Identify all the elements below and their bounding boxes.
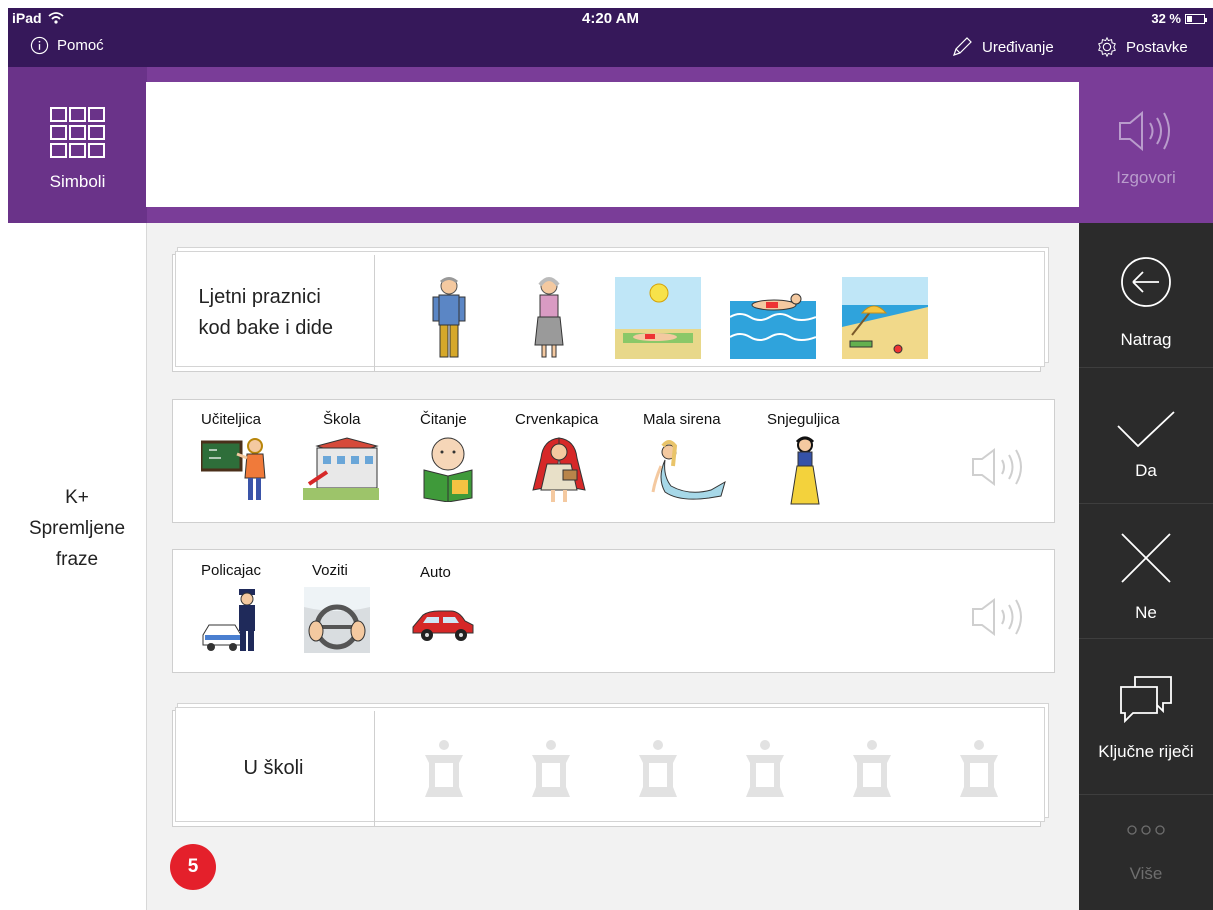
red-riding-hood-symbol [532,437,586,502]
little-mermaid-symbol [651,440,726,500]
symbol-word: Mala sirena [643,411,721,428]
speak-button[interactable]: Izgovori [1079,67,1213,223]
battery-indicator: 32 % [1151,11,1207,26]
empty-symbol-placeholder[interactable] [419,739,469,803]
chat-bubbles-icon [1120,676,1172,724]
right-sidebar: Natrag Da Ne Ključne riječi Više [1079,223,1213,910]
police-officer-symbol [202,589,255,651]
symbol-cell[interactable]: Učiteljica [199,411,271,507]
symbol-cell[interactable]: Škola [303,411,379,507]
driving-symbol [304,587,370,653]
message-window[interactable] [146,82,1079,207]
help-button[interactable]: Pomoć [30,36,104,55]
notification-badge: 5 [170,844,216,890]
symbol-word: Snjeguljica [767,411,840,428]
symbol-word: Čitanje [420,411,467,428]
status-bar: iPad 4:20 AM 32 % Pomoć Uređivanje Posta… [8,8,1213,67]
saved-phrases-line2: Spremljene [28,518,126,539]
speaker-icon[interactable] [970,447,1030,487]
grid-icon [49,107,105,158]
settings-label: Postavke [1126,38,1188,56]
back-label: Natrag [1120,330,1172,349]
phrase-card[interactable]: Učiteljica Škola Čitanje Crvenkapica Mal… [172,399,1055,523]
more-button[interactable]: Više [1079,795,1213,910]
symbol-cell[interactable]: Snjeguljica [767,411,840,511]
empty-symbol-placeholder[interactable] [633,739,683,803]
battery-icon [1185,13,1207,24]
symbol-cell[interactable]: Čitanje [420,411,476,507]
help-label: Pomoć [57,37,104,54]
symbol-word: Škola [323,411,361,428]
more-dots-icon [1127,825,1165,835]
symbol-cell[interactable]: Mala sirena [643,411,729,507]
empty-symbol-placeholder[interactable] [954,739,1004,803]
symbol-word: Učiteljica [201,411,262,428]
phrase-card[interactable]: U školi [172,703,1049,827]
saved-phrases-line3: fraze [55,549,99,570]
speak-label: Izgovori [1116,168,1176,187]
teacher-symbol [199,438,266,500]
edit-label: Uređivanje [982,38,1054,56]
symbols-button[interactable]: Simboli [8,67,147,223]
pencil-icon [953,37,972,56]
empty-symbol-placeholder[interactable] [847,739,897,803]
symbol-cell[interactable]: Voziti [304,562,370,658]
no-button[interactable]: Ne [1079,504,1213,639]
checkmark-icon [1117,411,1175,448]
school-symbol [303,437,379,500]
keywords-button[interactable]: Ključne riječi [1079,639,1213,795]
swimming-symbol [730,277,816,359]
symbol-cell[interactable]: Auto [412,564,477,648]
saved-phrases-line1: K+ [65,487,89,508]
symbol-cell[interactable]: Policajac [201,562,267,658]
symbols-label: Simboli [49,172,106,191]
empty-symbol-placeholder[interactable] [740,739,790,803]
close-icon [1121,533,1171,583]
symbol-word: Crvenkapica [515,411,599,428]
keywords-label: Ključne riječi [1098,742,1194,761]
empty-symbol-placeholder[interactable] [526,739,576,803]
info-icon [30,36,49,55]
beach-symbol [842,277,928,359]
speaker-icon [1119,110,1170,152]
car-symbol [412,610,474,641]
no-label: Ne [1135,603,1157,622]
clock: 4:20 AM [582,10,639,27]
back-arrow-icon [1121,257,1171,307]
phrase-card[interactable]: Ljetni praznici kod bake i dide [172,247,1049,372]
edit-button[interactable]: Uređivanje [950,36,1054,58]
more-label: Više [1129,864,1163,883]
grandmother-symbol [534,277,564,358]
snow-white-symbol [790,436,820,505]
phrase-title: Ljetni praznici kod bake i dide [173,255,375,371]
phrase-title: U školi [173,711,375,826]
saved-phrases-panel[interactable]: K+ Spremljene fraze [8,223,147,910]
phrase-card[interactable]: Policajac Voziti Auto [172,549,1055,673]
symbol-cell[interactable]: Crvenkapica [515,411,598,511]
speaker-icon[interactable] [970,597,1030,637]
reading-symbol [423,437,473,503]
symbol-word: Auto [420,564,451,581]
sunbathing-symbol [615,277,701,359]
back-button[interactable]: Natrag [1079,223,1213,368]
settings-button[interactable]: Postavke [1096,36,1188,58]
symbol-word: Policajac [201,562,262,579]
gear-icon [1098,36,1116,58]
yes-button[interactable]: Da [1079,368,1213,504]
grandfather-symbol [432,277,466,358]
symbol-word: Voziti [312,562,348,579]
yes-label: Da [1135,461,1157,480]
